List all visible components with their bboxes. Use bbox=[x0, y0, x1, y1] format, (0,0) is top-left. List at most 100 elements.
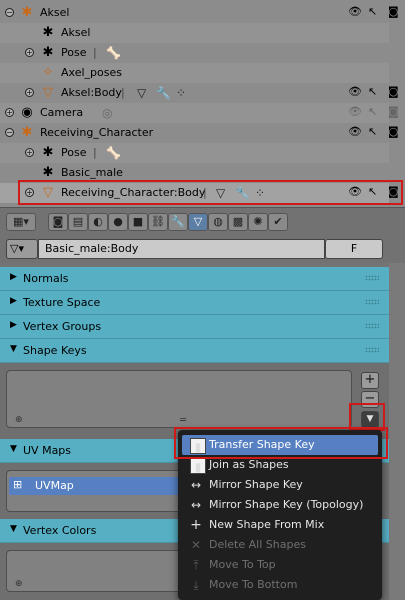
shape-key-list[interactable]: ⊕ bbox=[6, 370, 352, 428]
outliner-row-receiving-character[interactable]: − ✱ Receiving_Character bbox=[0, 123, 389, 143]
menu-item-mirror-shape-key-topology[interactable]: ↔ Mirror Shape Key (Topology) bbox=[182, 495, 378, 515]
outliner-item-label: Basic_male bbox=[61, 166, 123, 179]
menu-item-new-shape-from-mix[interactable]: + New Shape From Mix bbox=[182, 515, 378, 535]
outliner-row-aksel[interactable]: − ✱ Aksel bbox=[0, 3, 389, 23]
render-camera-icon[interactable]: ◙ bbox=[388, 105, 399, 118]
render-camera-icon[interactable]: ◙ bbox=[388, 125, 399, 138]
tab-material[interactable]: ◍ bbox=[208, 213, 228, 231]
datablock-row: ▽▾ Basic_male:Body F bbox=[0, 235, 405, 263]
expand-toggle[interactable]: + bbox=[25, 48, 34, 57]
panel-title: Normals bbox=[23, 272, 69, 285]
outliner-item-label: Aksel:Body bbox=[61, 86, 122, 99]
expand-arrow-icon: ▶ bbox=[10, 296, 17, 306]
panel-title: UV Maps bbox=[23, 444, 72, 457]
expand-toggle[interactable]: + bbox=[25, 88, 34, 97]
outliner-item-label: Camera bbox=[40, 106, 84, 119]
fake-user-button[interactable]: F bbox=[325, 239, 383, 259]
tab-world[interactable]: ● bbox=[108, 213, 128, 231]
mesh-browse-button[interactable]: ▽▾ bbox=[6, 239, 38, 259]
expand-toggle[interactable]: + bbox=[25, 148, 34, 157]
outliner-item-label: Pose bbox=[61, 146, 87, 159]
visibility-eye-icon[interactable]: 👁 bbox=[348, 85, 362, 98]
camera-data-icon[interactable]: ◎ bbox=[102, 105, 112, 121]
panel-normals[interactable]: ▶ Normals bbox=[0, 267, 389, 291]
menu-item-move-to-top[interactable]: ⤒ Move To Top bbox=[182, 555, 378, 575]
menu-item-mirror-shape-key[interactable]: ↔ Mirror Shape Key bbox=[182, 475, 378, 495]
list-filter-icon[interactable]: ⊕ bbox=[15, 415, 23, 425]
add-shape-key-button[interactable]: + bbox=[361, 372, 379, 389]
tab-physics[interactable]: ✔ bbox=[268, 213, 288, 231]
tab-render[interactable]: ◙ bbox=[48, 213, 68, 231]
outliner-row-axel-poses[interactable]: ✧ Axel_poses bbox=[0, 63, 389, 83]
properties-header: ▦▾ ◙ ▤ ◐ ● ■ ⛓ 🔧 ▽ ◍ ▩ ✺ ✔ bbox=[0, 207, 405, 235]
list-filter-icon[interactable]: ⊕ bbox=[15, 579, 23, 589]
collapse-arrow-icon: ▼ bbox=[10, 444, 17, 454]
outliner-row-pose[interactable]: + ✱ Pose | 🦴 bbox=[0, 43, 389, 63]
tab-texture[interactable]: ▩ bbox=[228, 213, 248, 231]
mesh-data-icon[interactable]: ▽ bbox=[137, 85, 146, 101]
outliner-item-label: Aksel bbox=[40, 6, 70, 19]
tab-object-data[interactable]: ▽ bbox=[188, 213, 208, 231]
mesh-object-icon: ▽ bbox=[43, 85, 53, 100]
selectability-cursor-icon[interactable]: ↖ bbox=[368, 125, 377, 138]
visibility-eye-icon[interactable]: 👁 bbox=[348, 125, 362, 138]
properties-scrollbar[interactable] bbox=[389, 263, 405, 600]
collapse-arrow-icon: ▼ bbox=[10, 344, 17, 354]
camera-object-icon: ◉ bbox=[21, 105, 33, 120]
visibility-eye-icon[interactable]: 👁 bbox=[348, 105, 362, 118]
panel-drag-grip[interactable] bbox=[365, 299, 379, 305]
tab-particles[interactable]: ✺ bbox=[248, 213, 268, 231]
render-camera-icon[interactable]: ◙ bbox=[388, 85, 399, 98]
panel-shape-keys[interactable]: ▼ Shape Keys bbox=[0, 339, 389, 363]
expand-arrow-icon: ▶ bbox=[10, 320, 17, 330]
tab-object[interactable]: ■ bbox=[128, 213, 148, 231]
mirror-icon: ↔ bbox=[190, 478, 202, 492]
x-icon: ✕ bbox=[190, 538, 202, 552]
selectability-cursor-icon[interactable]: ↖ bbox=[368, 5, 377, 18]
outliner-row-camera[interactable]: + ◉ Camera ◎ bbox=[0, 103, 389, 123]
separator: | bbox=[93, 146, 97, 159]
annotation-menu-item-box bbox=[174, 427, 388, 459]
panel-vertex-groups[interactable]: ▶ Vertex Groups bbox=[0, 315, 389, 339]
panel-title: Shape Keys bbox=[23, 344, 87, 357]
tab-scene[interactable]: ◐ bbox=[88, 213, 108, 231]
pose-icon: ✱ bbox=[42, 45, 54, 60]
tab-modifiers[interactable]: 🔧 bbox=[168, 213, 188, 231]
menu-item-delete-all-shapes[interactable]: ✕ Delete All Shapes bbox=[182, 535, 378, 555]
armature-icon: ✱ bbox=[21, 5, 33, 20]
expand-arrow-icon: ▶ bbox=[10, 272, 17, 282]
modifier-wrench-icon[interactable]: 🔧 bbox=[156, 85, 171, 101]
list-resize-grip[interactable]: ═ bbox=[180, 415, 186, 426]
visibility-eye-icon[interactable]: 👁 bbox=[348, 5, 362, 18]
outliner-row-aksel-body[interactable]: + ▽ Aksel:Body | ▽ 🔧 ⁘ bbox=[0, 83, 389, 103]
pose-library-icon: ✧ bbox=[42, 65, 54, 80]
outliner-item-label: Aksel bbox=[61, 26, 91, 39]
panel-title: Vertex Colors bbox=[23, 524, 97, 537]
collapse-toggle[interactable]: − bbox=[5, 128, 14, 137]
tab-constraints[interactable]: ⛓ bbox=[148, 213, 168, 231]
mesh-datablock-name[interactable]: Basic_male:Body bbox=[38, 239, 325, 259]
selectability-cursor-icon[interactable]: ↖ bbox=[368, 85, 377, 98]
bone-icon[interactable]: 🦴 bbox=[106, 145, 121, 161]
panel-texture-space[interactable]: ▶ Texture Space bbox=[0, 291, 389, 315]
selectability-cursor-icon[interactable]: ↖ bbox=[368, 105, 377, 118]
separator: | bbox=[93, 46, 97, 59]
collapse-arrow-icon: ▼ bbox=[10, 524, 17, 534]
editor-type-button[interactable]: ▦▾ bbox=[6, 213, 36, 231]
outliner-row-pose-2[interactable]: + ✱ Pose | 🦴 bbox=[0, 143, 389, 163]
expand-toggle[interactable]: + bbox=[5, 108, 14, 117]
menu-item-move-to-bottom[interactable]: ⤓ Move To Bottom bbox=[182, 575, 378, 595]
collapse-toggle[interactable]: − bbox=[5, 8, 14, 17]
panel-drag-grip[interactable] bbox=[365, 323, 379, 329]
move-top-icon: ⤒ bbox=[193, 558, 199, 572]
armature-icon: ✱ bbox=[21, 125, 33, 140]
outliner: − ✱ Aksel ✱ Aksel + ✱ Pose | 🦴 ✧ Axel_po… bbox=[0, 0, 405, 207]
panel-drag-grip[interactable] bbox=[365, 275, 379, 281]
tab-render-layers[interactable]: ▤ bbox=[68, 213, 88, 231]
render-camera-icon[interactable]: ◙ bbox=[388, 5, 399, 18]
vertex-group-icon[interactable]: ⁘ bbox=[176, 85, 186, 101]
bone-icon[interactable]: 🦴 bbox=[106, 45, 121, 61]
pose-icon: ✱ bbox=[42, 145, 54, 160]
outliner-row-aksel-data[interactable]: ✱ Aksel bbox=[0, 23, 389, 43]
panel-drag-grip[interactable] bbox=[365, 347, 379, 353]
